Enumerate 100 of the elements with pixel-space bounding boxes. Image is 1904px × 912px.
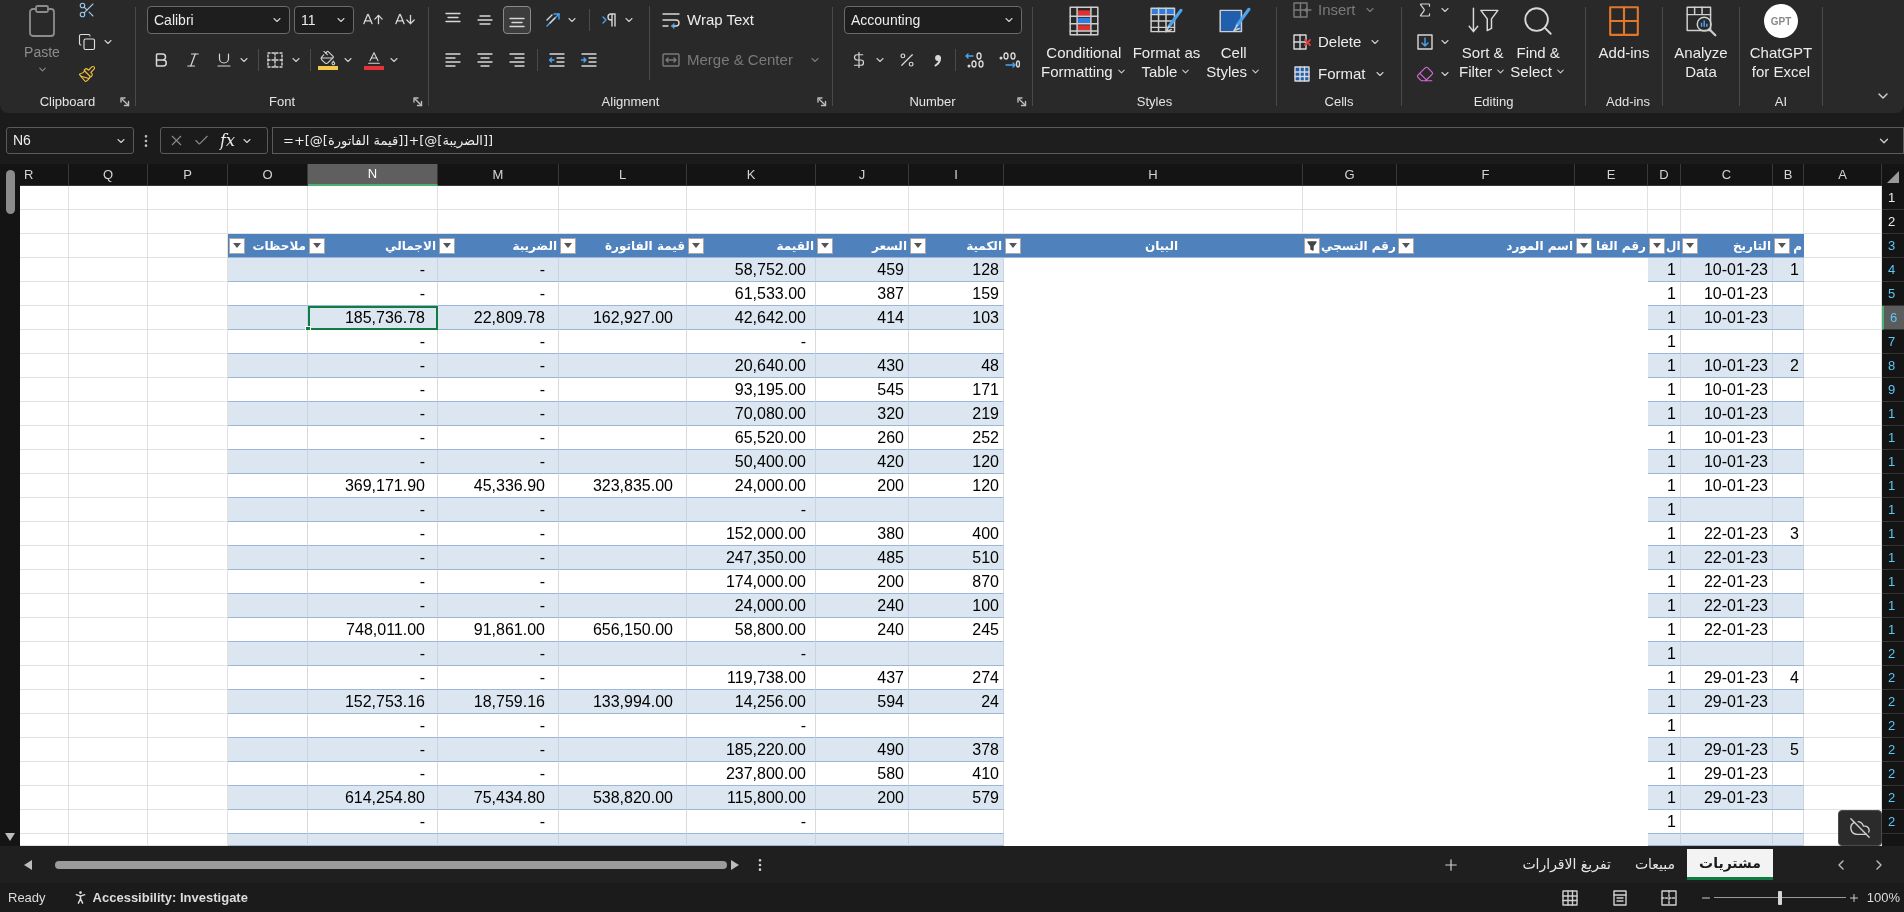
table-cell[interactable] [559, 642, 687, 666]
table-cell[interactable]: - [438, 354, 559, 378]
table-cell[interactable]: - [308, 522, 438, 546]
table-cell[interactable] [228, 474, 308, 498]
column-header[interactable]: M [438, 164, 559, 186]
table-cell[interactable] [1773, 762, 1804, 786]
caret-icon[interactable] [1180, 66, 1192, 77]
table-cell[interactable]: 185,736.78 [308, 306, 438, 330]
table-cell[interactable]: 29-01-23 [1681, 690, 1773, 714]
table-cell[interactable]: 1 [1648, 354, 1681, 378]
table-cell[interactable]: 128 [909, 258, 1004, 282]
caret-icon[interactable] [443, 243, 451, 248]
table-cell[interactable]: 10-01-23 [1681, 474, 1773, 498]
table-cell[interactable]: 152,000.00 [687, 522, 816, 546]
fill-color-icon[interactable] [318, 50, 338, 70]
filter-dropdown[interactable] [560, 237, 576, 254]
chart-magnifier-icon[interactable] [1684, 4, 1718, 38]
caret-icon[interactable] [914, 243, 922, 248]
table-cell[interactable]: 200 [816, 474, 909, 498]
table-cell[interactable]: 1 [1648, 258, 1681, 282]
table-cell[interactable]: - [308, 450, 438, 474]
table-cell[interactable]: 22-01-23 [1681, 546, 1773, 570]
table-cell[interactable]: 10-01-23 [1681, 354, 1773, 378]
column-header[interactable]: I [909, 164, 1004, 186]
table-cell[interactable] [559, 570, 687, 594]
table-cell[interactable]: - [308, 594, 438, 618]
table-cell[interactable]: 159 [909, 282, 1004, 306]
table-cell[interactable]: 22-01-23 [1681, 594, 1773, 618]
table-cell[interactable]: - [438, 570, 559, 594]
table-cell[interactable] [1773, 474, 1804, 498]
filter-dropdown[interactable] [688, 237, 704, 254]
table-cell[interactable]: - [687, 642, 816, 666]
chatgpt-button[interactable]: GPT ChatGPT for Excel [1747, 0, 1815, 86]
table-cell[interactable]: 369,171.90 [308, 474, 438, 498]
table-cell[interactable] [228, 810, 308, 834]
sort-filter-button[interactable]: Sort & Filter [1457, 0, 1509, 86]
table-cell[interactable]: 2 [1773, 354, 1804, 378]
table-cell[interactable] [559, 810, 687, 834]
caret-icon[interactable] [1115, 66, 1127, 77]
table-cell[interactable] [228, 594, 308, 618]
table-cell[interactable] [909, 714, 1004, 738]
table-cell[interactable]: - [438, 522, 559, 546]
wrap-text-icon[interactable] [661, 10, 681, 30]
table-cell[interactable]: - [308, 810, 438, 834]
font-name-field[interactable]: Calibri [147, 6, 290, 34]
caret-icon[interactable] [1580, 243, 1588, 248]
caret-icon[interactable] [1495, 66, 1507, 77]
table-cell[interactable]: 93,195.00 [687, 378, 816, 402]
table-cell[interactable] [228, 402, 308, 426]
table-cell[interactable]: 237,800.00 [687, 762, 816, 786]
paintbrush-icon[interactable] [78, 65, 96, 83]
table-cell[interactable]: 1 [1648, 690, 1681, 714]
font-color-icon[interactable] [364, 50, 384, 70]
table-cell[interactable]: 200 [816, 786, 909, 810]
table-cell[interactable] [1773, 402, 1804, 426]
table-cell[interactable]: 133,994.00 [559, 690, 687, 714]
table-cell[interactable]: 120 [909, 450, 1004, 474]
table-cell[interactable]: 400 [909, 522, 1004, 546]
table-cell[interactable]: 20,640.00 [687, 354, 816, 378]
table-cell[interactable]: 162,927.00 [559, 306, 687, 330]
table-cell[interactable]: - [438, 810, 559, 834]
table-cell[interactable]: 65,520.00 [687, 426, 816, 450]
table-cell[interactable]: 614,254.80 [308, 786, 438, 810]
table-cell[interactable]: 490 [816, 738, 909, 762]
table-cell[interactable] [1681, 714, 1773, 738]
column-header[interactable]: P [148, 164, 228, 186]
table-cell[interactable]: 656,150.00 [559, 618, 687, 642]
table-cell[interactable]: 3 [1773, 522, 1804, 546]
table-cell[interactable]: 410 [909, 762, 1004, 786]
table-cell[interactable]: 323,835.00 [559, 474, 687, 498]
table-cell[interactable]: 18,759.16 [438, 690, 559, 714]
table-cell[interactable] [816, 642, 909, 666]
table-cell[interactable] [1681, 498, 1773, 522]
grid-icon[interactable] [1560, 888, 1579, 907]
table-cell[interactable] [559, 450, 687, 474]
page-icon[interactable] [1610, 888, 1629, 907]
table-cell[interactable]: - [438, 714, 559, 738]
filter-dropdown[interactable] [1576, 237, 1592, 254]
table-cell[interactable] [1773, 546, 1804, 570]
table-cell[interactable]: 1 [1773, 258, 1804, 282]
table-cell[interactable] [559, 354, 687, 378]
table-cell[interactable] [1773, 642, 1804, 666]
table-cell[interactable]: 430 [816, 354, 909, 378]
table-cell[interactable] [1773, 690, 1804, 714]
table-cell[interactable]: - [438, 762, 559, 786]
diagonal-text-icon[interactable] [544, 11, 562, 29]
left-arrow-icon[interactable] [24, 859, 32, 870]
table-cell[interactable]: 29-01-23 [1681, 738, 1773, 762]
decrease-decimal-icon[interactable] [998, 51, 1020, 69]
table-cell[interactable]: - [687, 498, 816, 522]
table-cell[interactable]: 115,800.00 [687, 786, 816, 810]
table-cell[interactable] [559, 498, 687, 522]
table-cell[interactable] [559, 522, 687, 546]
table-cell[interactable]: 579 [909, 786, 1004, 810]
table-cell[interactable]: - [438, 642, 559, 666]
table-cell[interactable]: - [438, 402, 559, 426]
table-cell[interactable] [559, 282, 687, 306]
table-cell[interactable]: 120 [909, 474, 1004, 498]
table-cell[interactable]: 240 [816, 618, 909, 642]
table-cell[interactable]: 414 [816, 306, 909, 330]
